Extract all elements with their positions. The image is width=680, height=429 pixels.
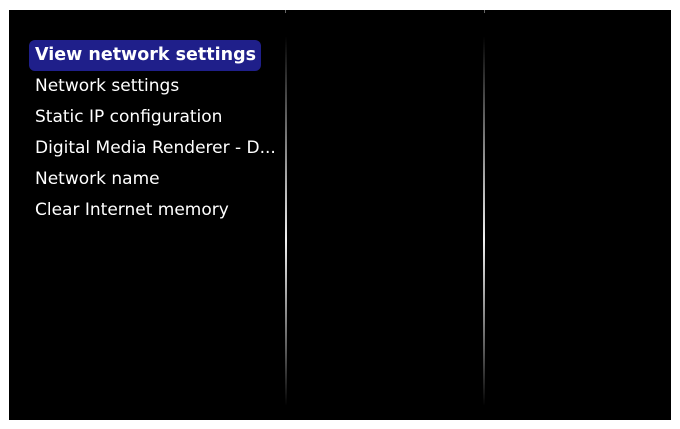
menu-item-digital-media-renderer[interactable]: Digital Media Renderer - D... bbox=[9, 133, 279, 164]
column-divider bbox=[483, 36, 485, 406]
tv-settings-screen: View network settings Network settings S… bbox=[9, 10, 671, 420]
column-marker bbox=[285, 10, 286, 13]
network-menu: View network settings Network settings S… bbox=[9, 40, 279, 226]
menu-item-network-settings[interactable]: Network settings bbox=[9, 71, 279, 102]
column-marker bbox=[484, 10, 485, 13]
menu-item-network-name[interactable]: Network name bbox=[9, 164, 279, 195]
menu-item-clear-internet-memory[interactable]: Clear Internet memory bbox=[9, 195, 279, 226]
column-divider bbox=[285, 36, 287, 406]
menu-item-view-network-settings[interactable]: View network settings bbox=[29, 40, 261, 71]
menu-item-static-ip-configuration[interactable]: Static IP configuration bbox=[9, 102, 279, 133]
